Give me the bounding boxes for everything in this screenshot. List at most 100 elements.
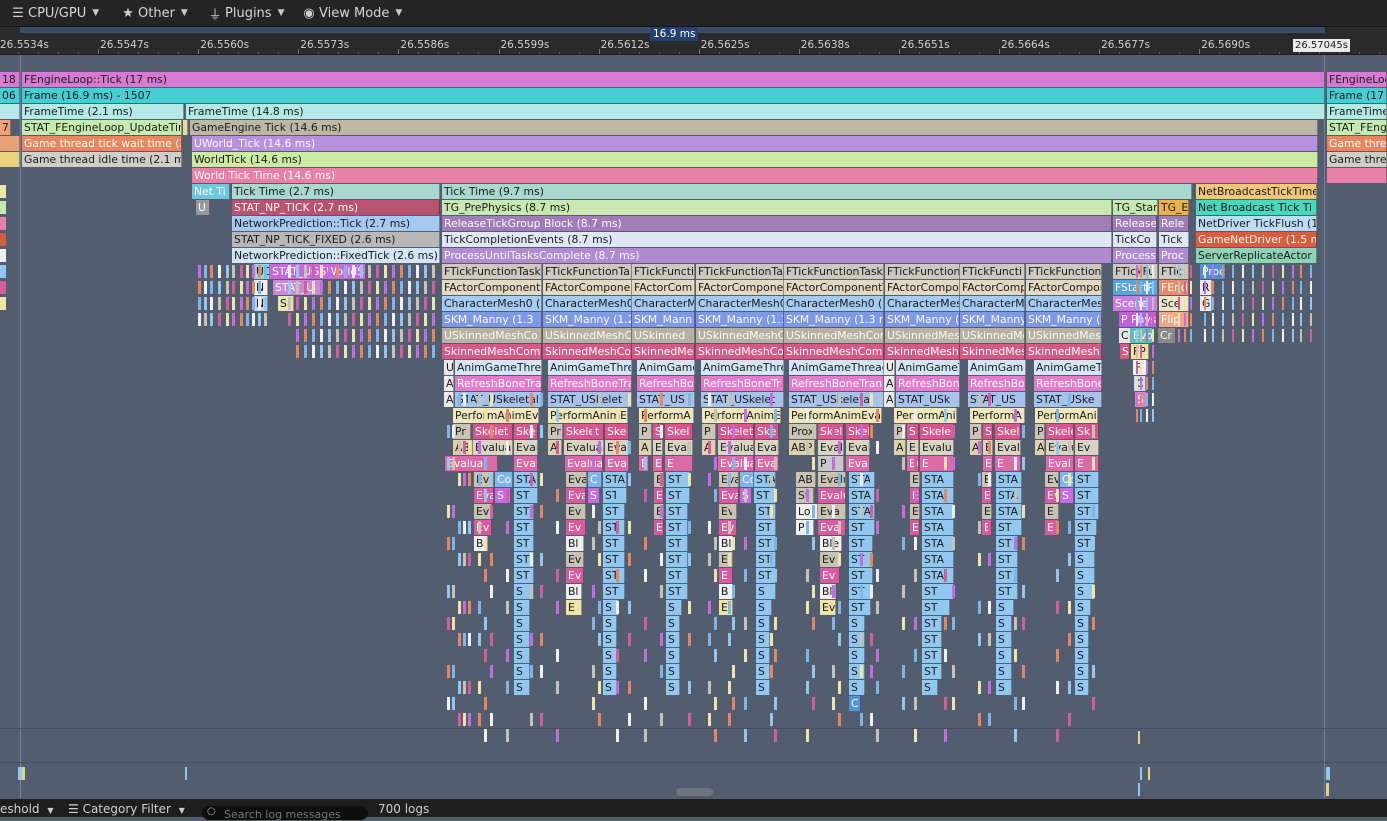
timing-event[interactable]: S bbox=[666, 632, 680, 647]
timing-event[interactable]: Release bbox=[1113, 216, 1157, 231]
timing-event[interactable]: ST bbox=[666, 552, 688, 567]
timing-event[interactable]: USkinnedMeshC bbox=[696, 328, 784, 343]
timing-event[interactable]: Skele bbox=[920, 424, 954, 439]
timing-event[interactable]: U bbox=[196, 200, 210, 215]
timing-event[interactable]: STA bbox=[922, 504, 954, 519]
timing-event[interactable]: Evo bbox=[1131, 328, 1153, 343]
timing-event[interactable]: S bbox=[603, 664, 617, 679]
timing-event[interactable]: ST bbox=[996, 584, 1018, 599]
timing-event[interactable]: SkinnedMesh bbox=[885, 344, 960, 359]
timing-event[interactable]: ST bbox=[996, 552, 1018, 567]
timing-event[interactable]: R bbox=[1200, 280, 1212, 295]
timing-event[interactable]: Eval bbox=[566, 488, 586, 503]
timing-event[interactable]: A bbox=[444, 392, 454, 407]
timing-event[interactable]: St bbox=[796, 488, 814, 503]
timing-event[interactable]: ST bbox=[603, 520, 625, 535]
timing-event[interactable]: PerformAnimEv bbox=[453, 408, 539, 423]
timing-event[interactable] bbox=[0, 104, 20, 119]
timing-event[interactable]: E bbox=[1075, 456, 1099, 471]
timing-event[interactable]: 7 bbox=[0, 120, 11, 135]
timing-event[interactable]: ST bbox=[666, 520, 688, 535]
timing-event[interactable]: Bl bbox=[566, 536, 584, 551]
category-filter-dropdown[interactable]: ☰ Category Filter ▼ bbox=[68, 802, 185, 817]
timing-event[interactable]: FTickFunctionTa bbox=[696, 264, 784, 279]
timing-event[interactable]: FTickFuncti bbox=[960, 264, 1025, 279]
timing-event[interactable]: FrameTime bbox=[1327, 104, 1387, 119]
timing-event[interactable]: S bbox=[1075, 648, 1089, 663]
timing-event[interactable]: World Tick Time (14.6 ms) bbox=[192, 168, 1318, 183]
timing-event[interactable]: USkinnedMes bbox=[885, 328, 960, 343]
timing-event[interactable]: SKM_Manny (1.3 bbox=[442, 312, 542, 327]
timing-event[interactable]: S bbox=[603, 632, 617, 647]
timing-event[interactable]: ST bbox=[922, 664, 942, 679]
timing-event[interactable]: PerformAni bbox=[1035, 408, 1098, 423]
timing-event[interactable]: E bbox=[982, 504, 992, 519]
timing-event[interactable]: ST bbox=[1075, 520, 1097, 535]
timing-event[interactable]: SKM_Manny (1.1 bbox=[696, 312, 784, 327]
timing-event[interactable]: ST bbox=[756, 568, 776, 583]
timing-event[interactable]: Eval bbox=[755, 440, 779, 455]
timing-event[interactable]: STA bbox=[922, 488, 954, 503]
timing-event[interactable]: SKM_Mann bbox=[632, 312, 695, 327]
timing-event[interactable]: SKM_Manny (1.2 bbox=[543, 312, 632, 327]
timing-event[interactable]: Ble bbox=[820, 536, 842, 551]
timing-event[interactable]: ST bbox=[922, 600, 950, 615]
timing-event[interactable]: Game thread tick wait time (2.1 bbox=[22, 136, 182, 151]
timing-event[interactable]: Net Broadcast Tick Ti bbox=[1196, 200, 1317, 215]
timing-event[interactable]: SkinnedMeshCo bbox=[543, 344, 632, 359]
timing-event[interactable]: S bbox=[756, 584, 776, 599]
timing-event[interactable]: STAT_NP_TICK_FIXED (2.6 ms) bbox=[232, 232, 440, 247]
timing-event[interactable]: SKM_Manny ( bbox=[885, 312, 960, 327]
timing-event[interactable]: S bbox=[849, 616, 865, 631]
timing-event[interactable]: S bbox=[996, 616, 1012, 631]
timing-event[interactable]: ST bbox=[756, 520, 776, 535]
timing-event[interactable]: Evalu bbox=[983, 456, 993, 471]
timing-event[interactable]: A bbox=[884, 392, 895, 407]
timing-event[interactable]: Sk bbox=[1075, 424, 1099, 439]
timing-event[interactable]: Game threa bbox=[1327, 136, 1387, 151]
timing-event[interactable] bbox=[0, 136, 20, 151]
timing-event[interactable]: E bbox=[982, 488, 992, 503]
timing-event[interactable]: ST bbox=[666, 504, 688, 519]
timing-event[interactable]: ST bbox=[514, 488, 538, 503]
timing-event[interactable]: Bl bbox=[719, 536, 733, 551]
timing-event[interactable]: E bbox=[920, 456, 954, 471]
timing-event[interactable]: ST bbox=[514, 536, 534, 551]
timing-event[interactable]: STAT_NP_TICK (2.7 ms) bbox=[232, 200, 440, 215]
timing-event[interactable]: ST bbox=[666, 584, 688, 599]
timing-event[interactable]: S bbox=[922, 680, 938, 695]
timing-event[interactable] bbox=[183, 120, 188, 135]
timing-event[interactable]: SKM_Manny ( bbox=[960, 312, 1025, 327]
timing-event[interactable]: S bbox=[756, 664, 770, 679]
timing-event[interactable]: S bbox=[756, 632, 770, 647]
timing-event[interactable]: S bbox=[996, 680, 1012, 695]
timing-event[interactable]: ST bbox=[922, 616, 942, 631]
timing-event[interactable]: S bbox=[849, 648, 865, 663]
timing-event[interactable]: AnimGameT bbox=[1034, 360, 1102, 375]
timing-event[interactable]: Evalua bbox=[718, 456, 754, 471]
timing-event[interactable]: Eval bbox=[605, 456, 629, 471]
timing-event[interactable]: ST bbox=[1075, 488, 1099, 503]
cpu-gpu-menu-button[interactable]: ☰ CPU/GPU ▼ bbox=[8, 0, 99, 26]
timing-event[interactable]: S bbox=[514, 600, 530, 615]
timing-event[interactable]: CharacterMes bbox=[1026, 296, 1102, 311]
timing-event[interactable]: S bbox=[983, 424, 993, 439]
timing-event[interactable]: GameEngine Tick (14.6 ms) bbox=[190, 120, 1318, 135]
timing-event[interactable]: RefreshBone bbox=[896, 376, 960, 391]
timing-event[interactable]: ST bbox=[756, 504, 776, 519]
timing-event[interactable]: ST bbox=[603, 488, 627, 503]
timing-event[interactable]: ST bbox=[666, 568, 688, 583]
timing-event[interactable]: S bbox=[603, 648, 617, 663]
timing-event[interactable]: TG_PrePhysics (8.7 ms) bbox=[442, 200, 1112, 215]
timing-event[interactable]: ST bbox=[666, 472, 690, 487]
timing-event[interactable]: Evalu bbox=[818, 472, 846, 487]
timing-event[interactable]: NetworkPrediction::FixedTick (2.6 ms) bbox=[232, 248, 440, 263]
timing-event[interactable]: P bbox=[818, 456, 844, 471]
timing-event[interactable]: A bbox=[444, 376, 454, 391]
timing-event[interactable]: ST bbox=[922, 584, 954, 599]
verbosity-threshold-dropdown[interactable]: eshold ▼ bbox=[0, 802, 54, 817]
timing-event[interactable]: S bbox=[603, 680, 617, 695]
timing-event[interactable]: AnimGameThrea bbox=[455, 360, 542, 375]
timing-event[interactable]: Ske bbox=[514, 424, 538, 439]
timing-event[interactable]: A bbox=[894, 440, 906, 455]
